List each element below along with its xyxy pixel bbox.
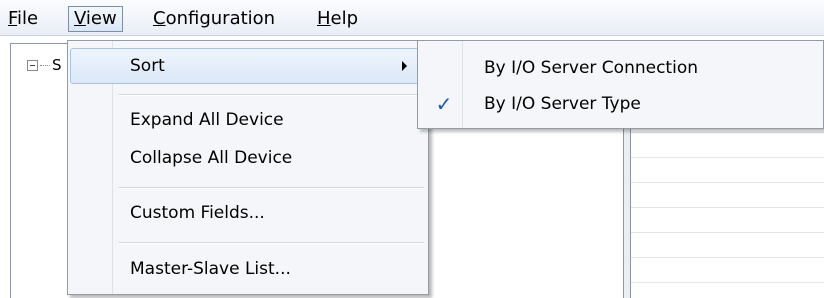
- menu-file-accel: F: [8, 8, 18, 29]
- menu-help[interactable]: Help: [311, 6, 364, 32]
- grid-row-line: [631, 282, 824, 283]
- grid-row-line: [631, 182, 824, 183]
- menu-file[interactable]: File: [2, 6, 44, 32]
- menu-item-master-slave-list[interactable]: Master-Slave List...: [70, 251, 426, 287]
- menu-help-label: elp: [330, 8, 359, 29]
- menu-file-label: ile: [17, 8, 39, 29]
- menu-item-collapse-label: Collapse All Device: [130, 148, 293, 168]
- menu-view[interactable]: View: [68, 6, 123, 32]
- menu-item-custom-fields-label: Custom Fields...: [130, 203, 265, 223]
- menu-configuration[interactable]: Configuration: [147, 6, 281, 32]
- grid-row-line: [631, 257, 824, 258]
- menu-separator: [118, 187, 424, 189]
- menu-view-accel: V: [74, 8, 86, 29]
- menu-item-master-slave-label: Master-Slave List...: [130, 259, 291, 279]
- submenu-item-connection-label: By I/O Server Connection: [484, 58, 698, 78]
- submenu-item-by-io-server-type[interactable]: ✓ By I/O Server Type: [420, 86, 823, 122]
- menu-help-accel: H: [317, 8, 331, 29]
- checkmark-icon: ✓: [435, 92, 453, 116]
- grid-row-line: [631, 207, 824, 208]
- menu-configuration-accel: C: [153, 8, 166, 29]
- menu-view-label: iew: [85, 8, 117, 29]
- grid-row-line: [631, 132, 824, 133]
- tree-root-node[interactable]: S: [27, 56, 62, 74]
- menu-separator: [118, 94, 424, 96]
- menu-item-collapse-all-device[interactable]: Collapse All Device: [70, 140, 426, 176]
- menu-item-sort-label: Sort: [130, 56, 165, 76]
- collapse-box-icon[interactable]: [27, 59, 38, 71]
- menu-item-expand-label: Expand All Device: [130, 110, 284, 130]
- grid-row-line: [631, 157, 824, 158]
- submenu-item-type-label: By I/O Server Type: [484, 94, 641, 114]
- menu-item-custom-fields[interactable]: Custom Fields...: [70, 195, 426, 231]
- menu-separator: [118, 242, 424, 244]
- menu-configuration-label: onfiguration: [165, 8, 276, 29]
- menu-bar: File View Configuration Help: [0, 0, 824, 36]
- tree-root-label: S: [52, 56, 62, 74]
- chevron-right-icon: [402, 61, 407, 71]
- view-menu-dropdown: Sort Expand All Device Collapse All Devi…: [67, 40, 429, 295]
- grid-row-line: [631, 232, 824, 233]
- submenu-item-by-io-server-connection[interactable]: By I/O Server Connection: [420, 50, 823, 86]
- tree-connector: [40, 64, 50, 66]
- menu-item-sort[interactable]: Sort: [70, 48, 426, 84]
- sort-submenu: By I/O Server Connection ✓ By I/O Server…: [417, 40, 824, 129]
- menu-item-expand-all-device[interactable]: Expand All Device: [70, 102, 426, 138]
